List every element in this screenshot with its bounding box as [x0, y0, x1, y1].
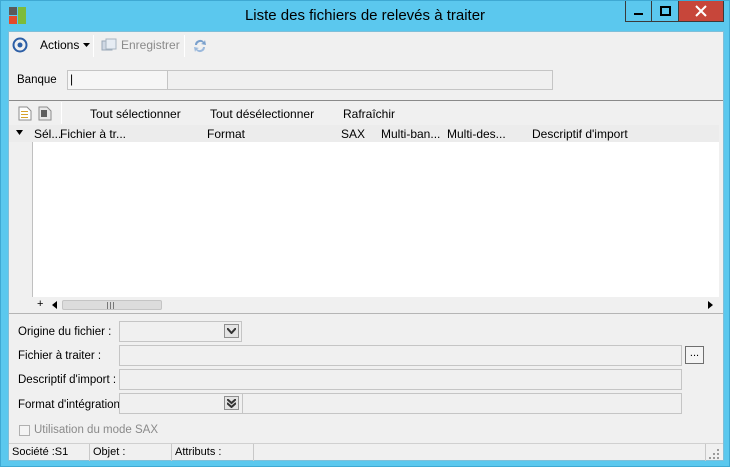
origin-select[interactable] — [119, 321, 242, 342]
close-icon — [695, 5, 707, 17]
refresh-icon — [194, 40, 206, 53]
status-bar: Société :S1 Objet : Attributs : — [9, 443, 723, 461]
integration-format-field[interactable] — [119, 393, 682, 414]
column-header-import-descriptor[interactable]: Descriptif d'import — [532, 127, 628, 141]
add-row-button[interactable]: + — [37, 298, 43, 310]
maximize-button[interactable] — [651, 1, 678, 22]
row-selector-arrow-icon — [16, 130, 23, 135]
main-toolbar: Actions Enregistrer — [9, 32, 723, 60]
grid-body[interactable] — [34, 142, 719, 297]
status-company: Société :S1 — [9, 444, 90, 461]
actions-menu[interactable]: Actions — [40, 38, 91, 52]
horizontal-scrollbar[interactable]: + — [9, 297, 723, 313]
file-label: Fichier à traiter : — [18, 350, 102, 362]
scroll-right-icon[interactable] — [708, 301, 714, 309]
scroll-thumb[interactable] — [62, 300, 162, 310]
actions-label: Actions — [40, 38, 80, 52]
app-window: Liste des fichiers de relevés à traiter … — [0, 0, 730, 467]
resize-grip-icon[interactable] — [709, 449, 720, 460]
column-header-sax[interactable]: SAX — [341, 127, 365, 141]
column-header-select[interactable]: Sél... — [34, 127, 61, 141]
row-header-column — [9, 142, 33, 297]
chevron-down-icon — [83, 43, 91, 47]
origin-label: Origine du fichier : — [18, 326, 112, 338]
nav-target-button[interactable] — [12, 37, 28, 53]
bank-label: Banque — [17, 74, 57, 86]
grid-toolbar: Tout sélectionner Tout désélectionner Ra… — [9, 101, 723, 125]
maximize-icon — [659, 6, 671, 16]
sax-mode-checkbox[interactable]: Utilisation du mode SAX — [19, 424, 158, 436]
minimize-button[interactable] — [625, 1, 651, 22]
bank-code-input[interactable]: | — [67, 70, 168, 90]
integration-format-select[interactable] — [120, 394, 243, 413]
sax-checkbox-label: Utilisation du mode SAX — [34, 424, 159, 436]
column-header-file[interactable]: Fichier à tr... — [60, 127, 126, 141]
integration-label: Format d'intégration : — [18, 399, 127, 411]
minimize-icon — [633, 13, 643, 15]
window-title: Liste des fichiers de relevés à traiter — [244, 7, 486, 24]
status-attributes: Attributs : — [172, 444, 254, 461]
descriptor-input[interactable] — [119, 369, 682, 390]
double-chevron-down-icon — [227, 398, 236, 408]
close-button[interactable] — [678, 1, 724, 22]
origin-dropdown-button[interactable] — [224, 324, 239, 338]
status-extra — [254, 444, 706, 461]
sax-checkbox-box[interactable] — [19, 424, 30, 436]
target-icon — [12, 37, 28, 53]
descriptor-label: Descriptif d'import : — [18, 374, 117, 386]
title-bar[interactable]: Liste des fichiers de relevés à traiter — [1, 1, 729, 31]
files-grid: Tout sélectionner Tout désélectionner Ra… — [9, 100, 723, 314]
select-all-button[interactable]: Tout sélectionner — [90, 107, 181, 121]
column-header-format[interactable]: Format — [207, 127, 245, 141]
toolbar-separator — [93, 35, 94, 57]
refresh-grid-button[interactable]: Rafraîchir — [343, 107, 395, 121]
client-area: Actions Enregistrer Banque | Tout sélect… — [8, 31, 724, 461]
bank-name-field — [167, 70, 553, 90]
status-object: Objet : — [90, 444, 172, 461]
chevron-down-icon — [227, 328, 236, 334]
column-header-multi-bank[interactable]: Multi-ban... — [381, 127, 440, 141]
grid-header: Sél... Fichier à tr... Format SAX Multi-… — [9, 125, 719, 142]
browse-button[interactable]: ... — [685, 346, 704, 364]
column-header-multi-des[interactable]: Multi-des... — [447, 127, 506, 141]
file-input[interactable] — [119, 345, 682, 366]
bank-input-cursor: | — [70, 72, 74, 86]
grid-toolbar-separator — [61, 102, 62, 124]
integration-dropdown-button[interactable] — [224, 396, 239, 410]
grip-icon — [107, 302, 114, 309]
refresh-toolbar-button[interactable] — [192, 38, 208, 54]
scroll-left-icon[interactable] — [52, 301, 58, 309]
save-label: Enregistrer — [121, 38, 180, 52]
new-document-icon[interactable] — [18, 106, 32, 121]
save-button[interactable]: Enregistrer — [101, 38, 180, 52]
toolbar-separator — [184, 35, 185, 57]
grid-right-edge — [719, 125, 723, 297]
save-icon — [101, 38, 117, 51]
document-properties-icon[interactable] — [38, 106, 52, 121]
deselect-all-button[interactable]: Tout désélectionner — [210, 107, 314, 121]
